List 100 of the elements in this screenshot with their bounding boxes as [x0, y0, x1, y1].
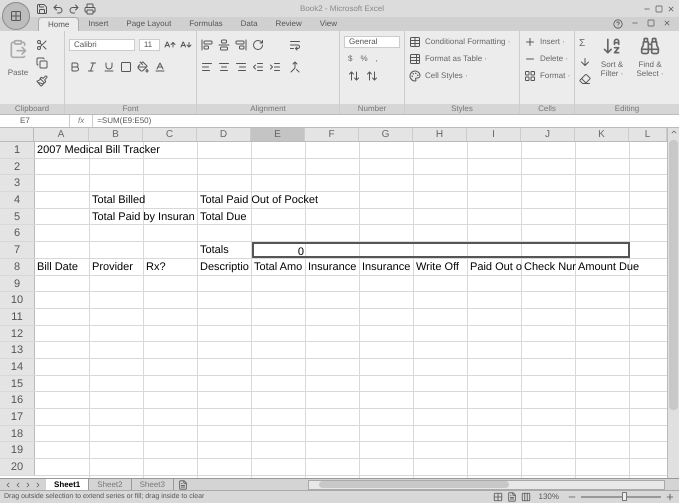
middle-align-icon[interactable]: [218, 39, 230, 51]
table-icon[interactable]: [409, 53, 421, 65]
percent-button[interactable]: %: [360, 53, 368, 65]
insert-icon[interactable]: [524, 36, 536, 48]
font-name-field[interactable]: Calibri: [69, 39, 135, 51]
row-header[interactable]: 4: [0, 192, 35, 208]
row-header[interactable]: 5: [0, 208, 35, 224]
number-format-field[interactable]: General: [344, 36, 400, 48]
palette-icon[interactable]: [409, 70, 421, 82]
row-header[interactable]: 20: [0, 459, 35, 475]
format-icon[interactable]: [524, 70, 536, 82]
currency-button[interactable]: $: [348, 53, 352, 65]
row-header[interactable]: 17: [0, 409, 35, 425]
paste-button[interactable]: Paste: [4, 35, 32, 97]
printer-icon[interactable]: [84, 2, 96, 14]
increase-indent-icon[interactable]: [269, 61, 281, 73]
styles-menu-button[interactable]: Format as Table ·: [425, 53, 488, 65]
row-header[interactable]: 14: [0, 358, 35, 375]
selected-cell[interactable]: [576, 242, 630, 258]
fill-color-icon[interactable]: [137, 61, 149, 73]
page-break-icon[interactable]: [520, 492, 531, 502]
selected-cell[interactable]: [306, 242, 360, 258]
underline-icon[interactable]: [103, 61, 115, 73]
sheet-tab[interactable]: Sheet1: [46, 478, 90, 490]
page-layout-icon[interactable]: [506, 492, 517, 502]
ribbon-tab[interactable]: Home: [38, 17, 80, 31]
help-icon[interactable]: [613, 19, 623, 29]
ribbon-tab[interactable]: Data: [232, 17, 267, 31]
zoom-level[interactable]: 130%: [538, 491, 559, 503]
zoom-in-icon[interactable]: [665, 492, 675, 502]
ribbon-tab[interactable]: Formulas: [180, 17, 232, 31]
copy-icon[interactable]: [36, 57, 48, 69]
column-header[interactable]: K: [575, 128, 629, 141]
cells-menu-button[interactable]: Insert ·: [540, 36, 565, 48]
row-header[interactable]: 3: [0, 175, 35, 192]
cells-menu-button[interactable]: Delete ·: [540, 53, 568, 65]
column-header[interactable]: E: [251, 128, 305, 141]
selected-cell[interactable]: [468, 242, 522, 258]
column-header[interactable]: C: [143, 128, 197, 141]
column-header[interactable]: I: [467, 128, 521, 141]
name-box[interactable]: E7: [0, 115, 70, 127]
align-left-icon[interactable]: [201, 61, 213, 73]
scroll-up-icon[interactable]: [670, 128, 678, 136]
row-header[interactable]: 13: [0, 342, 35, 358]
column-header[interactable]: H: [413, 128, 467, 141]
zoom-slider-thumb[interactable]: [622, 492, 627, 501]
row-header[interactable]: 15: [0, 376, 35, 392]
maximize-icon[interactable]: [655, 4, 663, 12]
comma-button[interactable]: ,: [376, 53, 378, 65]
redo-icon[interactable]: [68, 2, 80, 14]
column-header[interactable]: G: [359, 128, 413, 141]
normal-view-icon[interactable]: [492, 492, 503, 502]
format-painter-icon[interactable]: [36, 75, 48, 87]
styles-menu-button[interactable]: Conditional Formatting ·: [425, 36, 510, 48]
office-button[interactable]: [2, 2, 30, 30]
fill-icon[interactable]: [579, 56, 591, 68]
eraser-icon[interactable]: [579, 73, 591, 85]
find-select-button[interactable]: Find & Select ·: [633, 36, 667, 97]
vertical-scrollbar[interactable]: [667, 128, 679, 478]
align-center-icon[interactable]: [218, 61, 230, 73]
row-header[interactable]: 12: [0, 326, 35, 342]
ribbon-tab[interactable]: Page Layout: [117, 17, 180, 31]
row-header[interactable]: 1: [0, 142, 35, 158]
row-header[interactable]: 11: [0, 308, 35, 325]
selected-cell[interactable]: [414, 242, 468, 258]
save-icon[interactable]: [36, 2, 48, 14]
decrease-indent-icon[interactable]: [252, 61, 264, 73]
horizontal-scrollbar[interactable]: [308, 480, 665, 490]
ribbon-tab[interactable]: Insert: [79, 17, 118, 31]
styles-menu-button[interactable]: Cell Styles ·: [425, 70, 468, 82]
row-header[interactable]: 7: [0, 242, 35, 258]
row-header[interactable]: 10: [0, 292, 35, 308]
ribbon-tab[interactable]: Review: [266, 17, 311, 31]
column-header[interactable]: F: [305, 128, 359, 141]
merge-icon[interactable]: [289, 61, 301, 73]
bottom-align-icon[interactable]: [235, 39, 247, 51]
row-header[interactable]: 18: [0, 426, 35, 442]
function-button[interactable]: fx: [78, 115, 84, 127]
decrease-decimal-icon[interactable]: [366, 70, 378, 82]
new-sheet-icon[interactable]: [178, 480, 188, 490]
restore-icon[interactable]: [647, 19, 655, 27]
increase-decimal-icon[interactable]: [348, 70, 360, 82]
row-header[interactable]: 9: [0, 276, 35, 292]
previous-sheet-icon[interactable]: [14, 480, 22, 488]
selected-cell[interactable]: 0: [252, 242, 306, 258]
selected-cell[interactable]: [360, 242, 414, 258]
last-sheet-icon[interactable]: [34, 480, 42, 488]
row-header[interactable]: 19: [0, 442, 35, 458]
font-size-field[interactable]: 11: [138, 39, 160, 51]
row-header[interactable]: 6: [0, 225, 35, 242]
row-header[interactable]: 8: [0, 258, 35, 274]
column-header[interactable]: J: [521, 128, 575, 141]
wrap-text-icon[interactable]: [289, 39, 301, 51]
column-header[interactable]: A: [34, 128, 89, 141]
autosum-button[interactable]: Σ: [579, 36, 591, 51]
row-header[interactable]: 16: [0, 392, 35, 408]
bold-icon[interactable]: [69, 61, 81, 73]
column-header[interactable]: B: [89, 128, 143, 141]
cells-menu-button[interactable]: Format ·: [540, 70, 570, 82]
row-header[interactable]: 2: [0, 158, 35, 174]
